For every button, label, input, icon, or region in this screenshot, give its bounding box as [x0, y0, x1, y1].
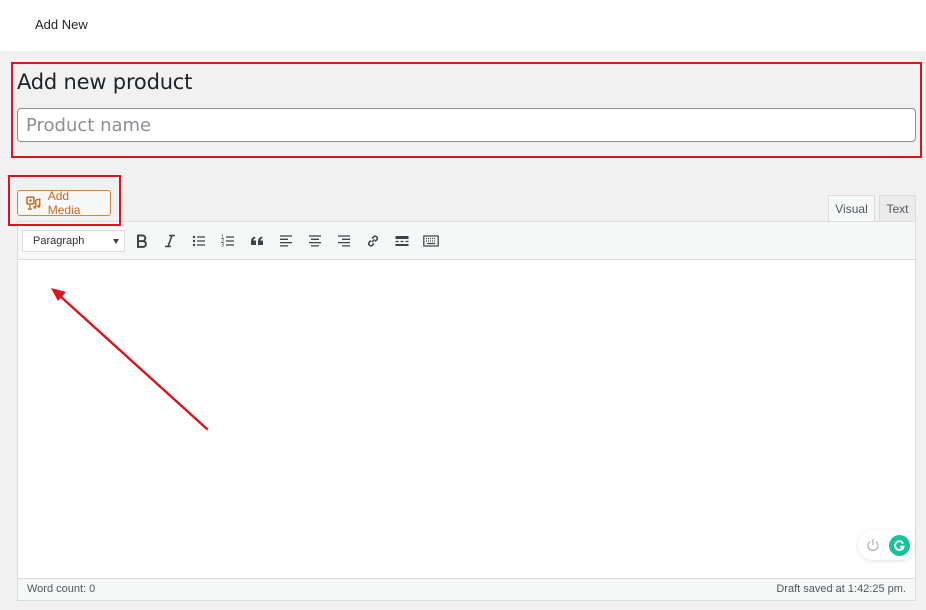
link-icon	[367, 235, 379, 247]
align-center-icon	[309, 235, 321, 247]
chevron-down-icon	[113, 239, 119, 244]
numbered-list-button[interactable]: 1 2 3	[218, 231, 238, 251]
word-count: Word count: 0	[27, 583, 96, 595]
italic-button[interactable]	[160, 231, 180, 251]
read-more-icon	[395, 236, 409, 246]
power-icon[interactable]	[865, 537, 881, 553]
draft-saved-status: Draft saved at 1:42:25 pm.	[776, 583, 906, 595]
read-more-button[interactable]	[392, 231, 412, 251]
editor-content-area[interactable]	[18, 260, 915, 580]
align-right-icon	[338, 235, 350, 247]
highlight-box-add-media	[8, 175, 121, 226]
editor-status-bar: Word count: 0 Draft saved at 1:42:25 pm.	[18, 578, 915, 600]
bulleted-list-button[interactable]	[189, 231, 209, 251]
highlight-box-title	[11, 62, 922, 158]
format-select-value: Paragraph	[33, 235, 85, 247]
paragraph-format-select[interactable]: Paragraph	[22, 230, 125, 252]
quote-icon	[251, 236, 263, 245]
keyboard-icon	[423, 235, 439, 247]
breadcrumb-add-new[interactable]: Add New	[35, 17, 88, 32]
align-center-button[interactable]	[305, 231, 325, 251]
grammarly-logo-icon[interactable]	[889, 535, 910, 556]
bulleted-list-icon	[192, 235, 205, 247]
editor-toolbar: Paragraph 1 2 3	[18, 222, 915, 260]
tab-visual[interactable]: Visual	[828, 195, 875, 222]
svg-text:3: 3	[221, 243, 224, 249]
toolbar-toggle-button[interactable]	[421, 231, 441, 251]
top-bar: Add New	[0, 0, 926, 51]
bold-icon	[137, 234, 147, 248]
align-left-button[interactable]	[276, 231, 296, 251]
insert-link-button[interactable]	[363, 231, 383, 251]
align-right-button[interactable]	[334, 231, 354, 251]
italic-icon	[165, 234, 175, 248]
blockquote-button[interactable]	[247, 231, 267, 251]
numbered-list-icon: 1 2 3	[221, 235, 234, 249]
align-left-icon	[280, 235, 292, 247]
grammarly-widget[interactable]	[858, 530, 914, 560]
bold-button[interactable]	[132, 231, 152, 251]
tab-text[interactable]: Text	[879, 195, 916, 222]
editor: Paragraph 1 2 3 Word count: 0 Draft save…	[17, 221, 916, 601]
